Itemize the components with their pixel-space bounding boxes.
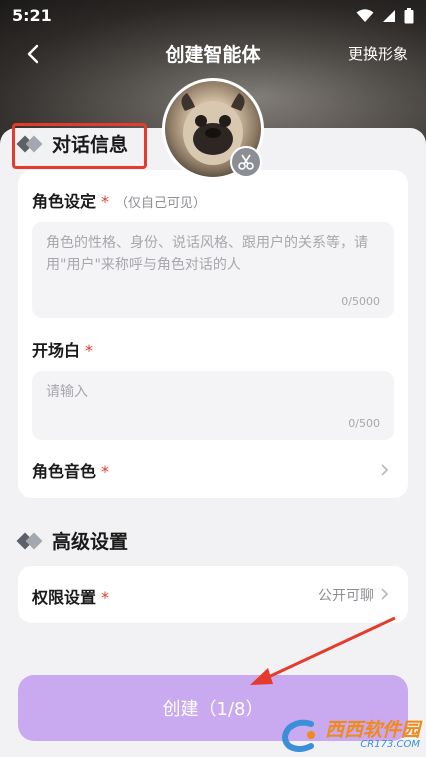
- opening-line-label: 开场白 *: [32, 341, 94, 360]
- watermark-title: 西西软件园: [324, 718, 420, 741]
- role-setting-input[interactable]: 角色的性格、身份、说话风格、跟用户的关系等，请用"用户"来称呼与角色对话的人 0…: [32, 222, 394, 318]
- battery-icon: [404, 8, 414, 24]
- voice-row[interactable]: 角色音色 *: [18, 450, 408, 490]
- top-nav: 创建智能体 更换形象: [0, 36, 426, 72]
- required-marker: *: [101, 192, 110, 211]
- section-advanced-settings: 高级设置: [16, 527, 129, 554]
- annotation-highlight-box: [12, 123, 147, 169]
- dialog-info-card: 角色设定 * （仅自己可见） 角色的性格、身份、说话风格、跟用户的关系等，请用"用户…: [18, 170, 408, 498]
- status-time: 5:21: [12, 6, 52, 25]
- chevron-right-icon: [381, 588, 389, 600]
- chevron-right-icon: [381, 464, 389, 476]
- watermark-subtitle: CR173.COM: [360, 738, 420, 750]
- opening-line-placeholder: 请输入: [46, 384, 88, 400]
- annotation-arrow: [250, 616, 396, 685]
- status-bar: 5:21: [0, 0, 426, 30]
- opening-line-counter: 0/500: [348, 417, 380, 430]
- change-appearance-button[interactable]: 更换形象: [348, 43, 408, 64]
- opening-line-input[interactable]: 请输入 0/500: [32, 371, 394, 440]
- role-setting-counter: 0/5000: [341, 295, 380, 308]
- section-title: 高级设置: [52, 531, 129, 553]
- permission-value: 公开可聊: [318, 588, 374, 604]
- role-visibility-hint: （仅自己可见）: [115, 196, 207, 211]
- avatar-container[interactable]: [162, 78, 266, 182]
- required-marker: *: [85, 341, 94, 360]
- watermark: 西西软件园 CR173.COM: [281, 715, 420, 755]
- wifi-icon: [356, 9, 374, 22]
- role-setting-placeholder: 角色的性格、身份、说话风格、跟用户的关系等，请用"用户"来称呼与角色对话的人: [46, 235, 368, 273]
- required-marker: *: [101, 462, 110, 481]
- required-marker: *: [101, 588, 110, 607]
- voice-label: 角色音色 *: [32, 462, 110, 481]
- crop-avatar-button[interactable]: [230, 146, 262, 178]
- scissors-icon: [238, 154, 254, 170]
- section-diamond-icon: [16, 532, 44, 549]
- permission-label: 权限设置 *: [32, 588, 110, 607]
- watermark-logo: [282, 719, 315, 752]
- signal-icon: [383, 10, 395, 22]
- role-setting-label: 角色设定 * （仅自己可见）: [32, 192, 207, 211]
